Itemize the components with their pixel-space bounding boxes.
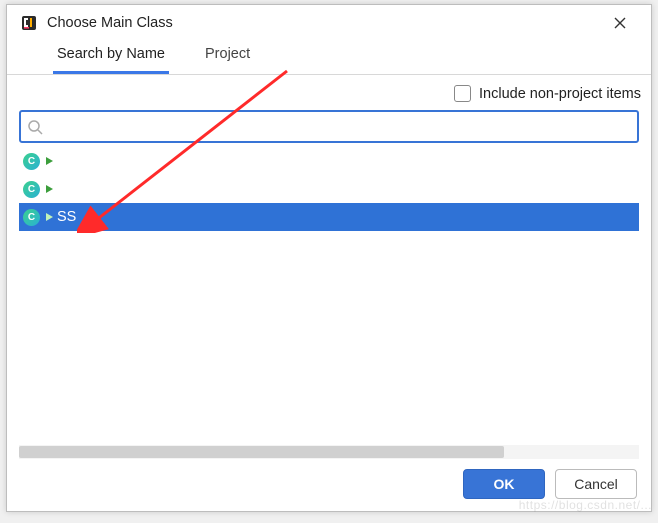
- include-nonproject-checkbox[interactable]: [454, 85, 471, 102]
- search-icon: [27, 119, 43, 135]
- run-icon: [46, 213, 53, 221]
- options-row: Include non-project items: [7, 75, 651, 108]
- include-nonproject-label: Include non-project items: [479, 86, 641, 102]
- run-icon: [46, 185, 53, 193]
- results-list: C C C SS: [19, 147, 639, 231]
- watermark: https://blog.csdn.net/...: [519, 498, 652, 512]
- cancel-button[interactable]: Cancel: [555, 469, 637, 499]
- search-field-wrapper[interactable]: [19, 110, 639, 143]
- intellij-icon: [21, 15, 37, 31]
- choose-main-class-dialog: Choose Main Class Search by Name Project…: [6, 4, 652, 512]
- search-input[interactable]: [47, 112, 631, 141]
- close-icon: [614, 17, 626, 29]
- list-item-selected[interactable]: C SS: [19, 203, 639, 231]
- close-button[interactable]: [599, 8, 641, 38]
- tab-search-by-name[interactable]: Search by Name: [53, 46, 169, 74]
- class-icon: C: [23, 181, 40, 198]
- run-icon: [46, 157, 53, 165]
- titlebar: Choose Main Class: [7, 5, 651, 41]
- list-item[interactable]: C: [19, 175, 639, 203]
- list-item-label: SS: [57, 209, 76, 225]
- list-item[interactable]: C: [19, 147, 639, 175]
- class-icon: C: [23, 209, 40, 226]
- dialog-buttons: OK Cancel: [463, 469, 637, 499]
- scrollbar-thumb[interactable]: [19, 446, 504, 458]
- tab-project[interactable]: Project: [201, 46, 254, 74]
- ok-button[interactable]: OK: [463, 469, 545, 499]
- class-icon: C: [23, 153, 40, 170]
- horizontal-scrollbar[interactable]: [19, 445, 639, 459]
- dialog-title: Choose Main Class: [47, 15, 599, 31]
- tabs: Search by Name Project: [7, 41, 651, 75]
